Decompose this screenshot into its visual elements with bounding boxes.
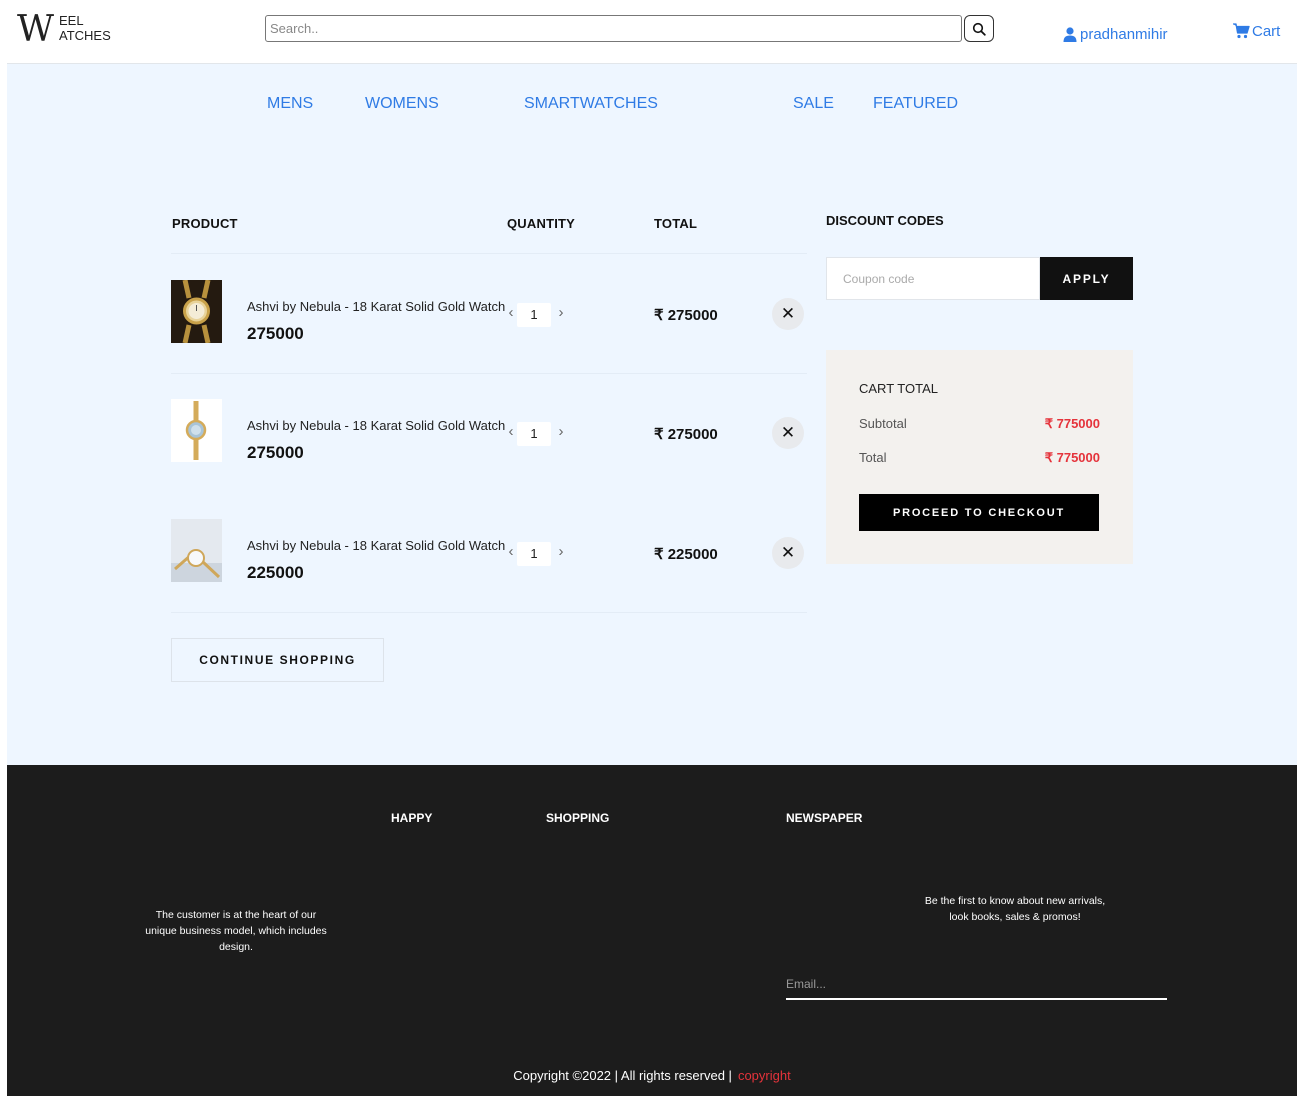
product-price: 275000 [247,324,304,343]
logo[interactable]: W EEL ATCHES [17,11,127,51]
chevron-right-icon[interactable]: › [555,304,567,321]
close-icon: ✕ [780,543,796,562]
discount-codes-heading: DISCOUNT CODES [826,213,944,228]
line-total: ₹ 275000 [654,426,718,443]
copyright-text: Copyright ©2022 | All rights reserved | [513,1068,732,1083]
nav-featured[interactable]: FEATURED [873,95,958,113]
copyright-link[interactable]: copyright [738,1068,791,1083]
logo-letter: W [17,9,54,50]
cart-label: Cart [1252,22,1281,40]
divider [171,612,807,613]
remove-item-button[interactable]: ✕ [772,537,804,569]
subtotal-value: ₹ 775000 [1044,416,1100,431]
line-total: ₹ 225000 [654,546,718,563]
search-button[interactable] [964,15,994,42]
footer-about-text: The customer is at the heart of our uniq… [145,909,327,953]
product-price: 275000 [247,443,304,462]
product-name[interactable]: Ashvi by Nebula - 18 Karat Solid Gold Wa… [247,418,505,433]
divider [171,373,807,374]
search-input[interactable] [265,15,962,42]
remove-item-button[interactable]: ✕ [772,298,804,330]
cart-link[interactable]: Cart [1233,20,1280,42]
user-name: pradhanmihir [1080,25,1168,43]
product-thumbnail[interactable] [171,399,222,462]
chevron-left-icon[interactable]: ‹ [505,543,517,560]
site-header: W EEL ATCHES pradhanmihir Cart [7,7,1297,64]
logo-line-2: ATCHES [59,28,111,43]
chevron-right-icon[interactable]: › [555,543,567,560]
nav-smartwatches[interactable]: SMARTWATCHES [524,95,658,113]
quantity-column-header: QUANTITY [507,216,576,231]
cart-total-heading: CART TOTAL [859,381,938,396]
divider [171,253,807,254]
line-total: ₹ 275000 [654,307,718,324]
quantity-value[interactable]: 1 [517,542,551,566]
continue-shopping-button[interactable]: CONTINUE SHOPPING [171,638,384,682]
quantity-value[interactable]: 1 [517,422,551,446]
product-column-header: PRODUCT [172,216,238,231]
proceed-to-checkout-button[interactable]: PROCEED TO CHECKOUT [859,494,1099,531]
footer-heading-happy: HAPPY [391,811,433,825]
product-thumbnail[interactable] [171,519,222,582]
nav-womens[interactable]: WOMENS [365,95,439,113]
quantity-stepper: ‹ 1 › [503,303,571,327]
total-label: Total [859,450,887,465]
chevron-right-icon[interactable]: › [555,423,567,440]
chevron-left-icon[interactable]: ‹ [505,304,517,321]
cart-total-panel: CART TOTAL Subtotal ₹ 775000 Total ₹ 775… [826,350,1133,564]
chevron-left-icon[interactable]: ‹ [505,423,517,440]
user-icon [1063,26,1077,42]
user-account-link[interactable]: pradhanmihir [1063,23,1168,45]
subtotal-label: Subtotal [859,416,907,431]
coupon-code-input[interactable] [826,257,1040,300]
search-icon [972,22,986,36]
newsletter-email-field[interactable] [786,970,1167,1000]
quantity-value[interactable]: 1 [517,303,551,327]
cart-icon [1233,23,1250,39]
remove-item-button[interactable]: ✕ [772,417,804,449]
product-thumbnail[interactable] [171,280,222,343]
logo-line-1: EEL [59,13,84,28]
product-price: 225000 [247,563,304,582]
product-name[interactable]: Ashvi by Nebula - 18 Karat Solid Gold Wa… [247,538,505,553]
nav-sale[interactable]: SALE [793,95,834,113]
product-name[interactable]: Ashvi by Nebula - 18 Karat Solid Gold Wa… [247,299,505,314]
copyright-bar: Copyright ©2022 | All rights reserved | c… [7,1068,1297,1083]
quantity-stepper: ‹ 1 › [503,542,571,566]
footer-heading-newspaper: NEWSPAPER [786,811,863,825]
nav-mens[interactable]: MENS [267,95,313,113]
total-column-header: TOTAL [654,216,698,231]
total-value: ₹ 775000 [1044,450,1100,465]
footer-heading-shopping: SHOPPING [546,811,610,825]
quantity-stepper: ‹ 1 › [503,422,571,446]
site-footer: HAPPY SHOPPING NEWSPAPER The customer is… [7,765,1297,1096]
close-icon: ✕ [780,304,796,323]
apply-coupon-button[interactable]: APPLY [1040,257,1133,300]
page: W EEL ATCHES pradhanmihir Cart [7,7,1297,1096]
close-icon: ✕ [780,423,796,442]
footer-newsletter-text: Be the first to know about new arrivals,… [924,895,1106,923]
